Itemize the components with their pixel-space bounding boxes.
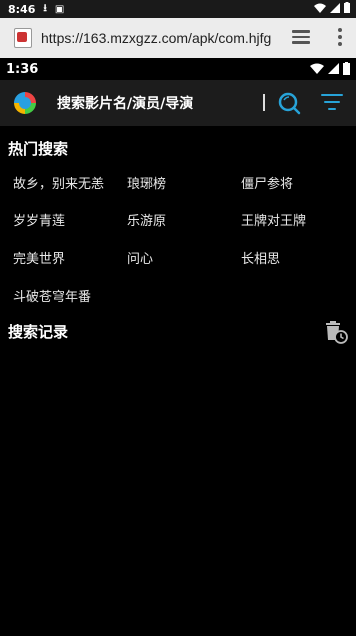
system-status-bar: 8:46 ⭳ ▣ xyxy=(0,0,356,18)
hot-search-item[interactable]: 长相思 xyxy=(241,248,280,267)
hot-search-title: 热门搜索 xyxy=(8,140,69,158)
search-icon[interactable] xyxy=(277,91,301,115)
app-time: 1:36 xyxy=(6,61,39,77)
hot-search-item[interactable]: 王牌对王牌 xyxy=(241,210,306,229)
app-logo-icon[interactable] xyxy=(14,92,36,114)
app-status-bar: 1:36 xyxy=(0,58,356,80)
tabs-icon[interactable] xyxy=(292,30,310,46)
delete-history-icon[interactable] xyxy=(324,320,348,344)
search-header: 搜索影片名/演员/导演 xyxy=(0,80,356,126)
search-history-title: 搜索记录 xyxy=(8,323,69,341)
notification-icon: ▣ xyxy=(54,3,65,15)
more-vert-icon[interactable] xyxy=(338,28,342,49)
filter-icon[interactable] xyxy=(320,94,344,112)
hot-search-item[interactable]: 问心 xyxy=(127,248,153,267)
hot-search-item[interactable]: 乐游原 xyxy=(127,210,166,229)
hot-search-item[interactable]: 斗破苍穹年番 xyxy=(13,286,91,305)
hot-search-item[interactable]: 琅琊榜 xyxy=(127,173,166,192)
wifi-icon xyxy=(310,63,324,74)
wifi-icon xyxy=(314,3,326,13)
header-divider xyxy=(263,94,265,111)
signal-icon xyxy=(328,63,339,74)
url-field[interactable]: https://163.mzxgzz.com/apk/com.hjfg xyxy=(41,30,281,46)
signal-icon xyxy=(330,2,340,13)
download-icon: ⭳ xyxy=(43,2,47,14)
hot-search-item[interactable]: 岁岁青莲 xyxy=(13,210,65,229)
favicon-icon xyxy=(14,28,32,48)
hot-search-item[interactable]: 完美世界 xyxy=(13,248,65,267)
hot-search-item[interactable]: 故乡，别来无恙 xyxy=(13,173,104,192)
browser-address-bar: https://163.mzxgzz.com/apk/com.hjfg xyxy=(0,18,356,58)
search-input[interactable]: 搜索影片名/演员/导演 xyxy=(57,93,193,113)
battery-icon xyxy=(344,2,350,13)
hot-search-item[interactable]: 僵尸参将 xyxy=(241,173,293,192)
system-time: 8:46 xyxy=(8,2,36,16)
battery-icon xyxy=(343,62,350,75)
